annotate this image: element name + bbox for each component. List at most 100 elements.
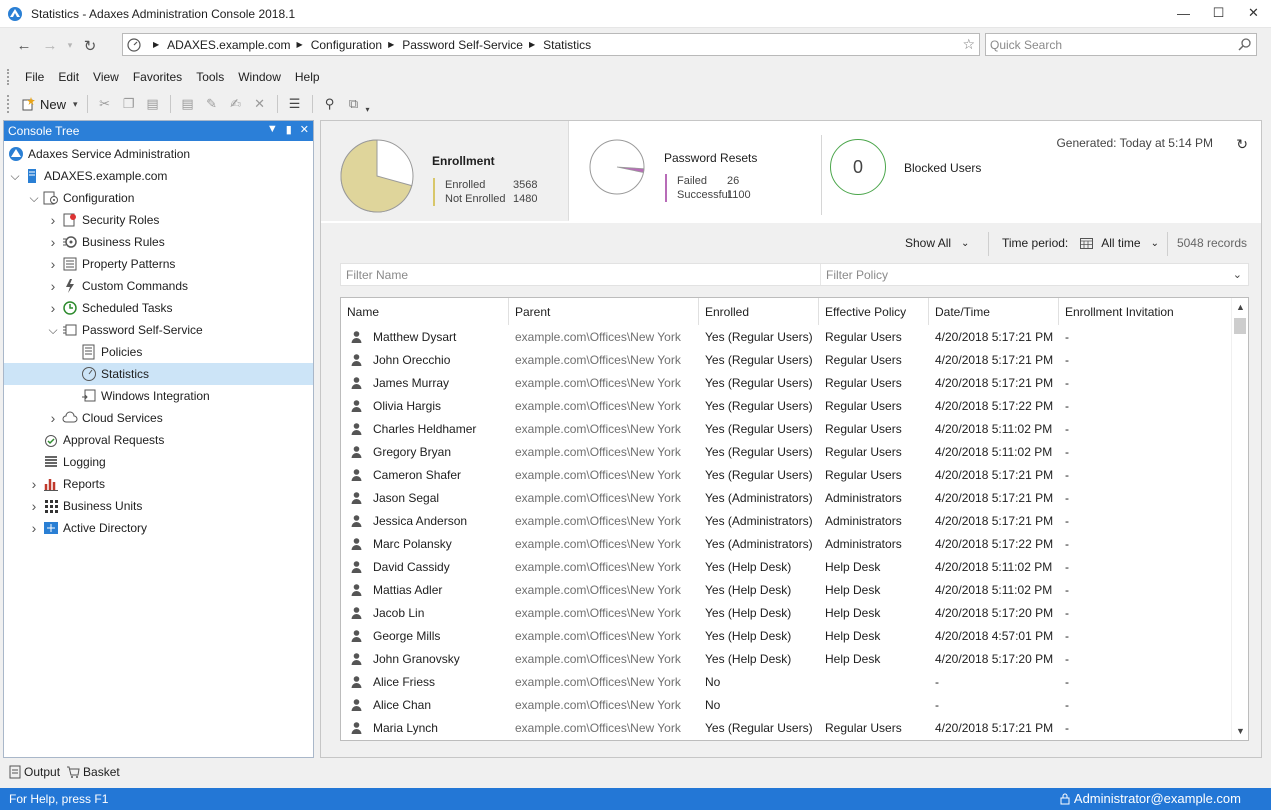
breadcrumb[interactable]: ▶ Password Self-Service (382, 38, 523, 52)
tree-item-adaxes-example-com[interactable]: ⌵ ADAXES.example.com (4, 165, 313, 187)
column-header-parent[interactable]: Parent (509, 298, 699, 325)
output-tab[interactable]: Output (9, 765, 60, 779)
table-row[interactable]: James Murray example.com\Offices\New York… (341, 371, 1231, 394)
tree-item-security-roles[interactable]: › Security Roles (4, 209, 313, 231)
expand-chevron-icon[interactable]: › (25, 520, 43, 536)
table-row[interactable]: Marc Polansky example.com\Offices\New Yor… (341, 532, 1231, 555)
tree-item-policies[interactable]: Policies (4, 341, 313, 363)
table-row[interactable]: Jason Segal example.com\Offices\New York Y… (341, 486, 1231, 509)
toolbar-grip[interactable] (7, 95, 10, 113)
expand-chevron-icon[interactable]: › (25, 476, 43, 492)
tree-item-business-units[interactable]: › Business Units (4, 495, 313, 517)
close-icon[interactable]: ✕ (300, 123, 309, 136)
expand-chevron-icon[interactable]: › (44, 256, 62, 272)
enrollment-panel[interactable]: Enrollment Enrolled 3568 Not Enrolled 1480 (321, 121, 569, 221)
table-row[interactable]: Alice Chan example.com\Offices\New York No… (341, 693, 1231, 716)
tree-item-reports[interactable]: › Reports (4, 473, 313, 495)
edit-properties-icon[interactable]: ✍ (224, 92, 248, 116)
table-row[interactable]: John Orecchio example.com\Offices\New Yor… (341, 348, 1231, 371)
tree-item-scheduled-tasks[interactable]: › Scheduled Tasks (4, 297, 313, 319)
menu-tools[interactable]: Tools (189, 70, 231, 84)
menu-file[interactable]: File (18, 70, 51, 84)
chevron-down-icon[interactable]: ▼ (267, 123, 278, 136)
expand-chevron-icon[interactable]: › (25, 498, 43, 514)
refresh-icon[interactable]: ↻ (1236, 136, 1248, 153)
collapse-chevron-icon[interactable]: ⌵ (25, 191, 43, 206)
table-row[interactable]: Jessica Anderson example.com\Offices\New … (341, 509, 1231, 532)
forward-icon[interactable]: → (37, 33, 63, 59)
tree-item-adaxes-service-administration[interactable]: Adaxes Service Administration (4, 143, 313, 165)
chevron-down-icon[interactable]: ▾ (366, 105, 370, 114)
tree-item-active-directory[interactable]: › Active Directory (4, 517, 313, 539)
table-row[interactable]: Jacob Lin example.com\Offices\New York Yes… (341, 601, 1231, 624)
password-resets-panel[interactable]: Password Resets Failed 26 Successful 1100 (581, 135, 821, 215)
table-row[interactable]: Cameron Shafer example.com\Offices\New Yo… (341, 463, 1231, 486)
tree-item-windows-integration[interactable]: Windows Integration (4, 385, 313, 407)
basket-tab[interactable]: Basket (66, 765, 120, 779)
properties-icon[interactable]: ☰ (283, 92, 307, 116)
time-period-selector[interactable]: Time period: All time ⌄ (1002, 236, 1159, 250)
tree-item-logging[interactable]: Logging (4, 451, 313, 473)
expand-chevron-icon[interactable]: › (44, 300, 62, 316)
paste-icon[interactable]: ▤ (141, 92, 165, 116)
address-bar[interactable]: ▶ ADAXES.example.com ▶ Configuration ▶ Pass… (122, 33, 980, 56)
tree-item-statistics[interactable]: Statistics (4, 363, 313, 385)
maximize-button[interactable]: ☐ (1201, 0, 1236, 26)
column-header-date-time[interactable]: Date/Time (929, 298, 1059, 325)
column-header-enrollment-invitation[interactable]: Enrollment Invitation (1059, 298, 1231, 325)
breadcrumb[interactable]: ▶ ADAXES.example.com (147, 38, 291, 52)
show-all-dropdown[interactable]: Show All ⌄ (905, 236, 969, 250)
table-row[interactable]: Olivia Hargis example.com\Offices\New Yor… (341, 394, 1231, 417)
column-header-effective-policy[interactable]: Effective Policy (819, 298, 929, 325)
favorite-star-icon[interactable]: ☆ (962, 36, 975, 53)
menu-grip[interactable] (7, 69, 10, 85)
back-icon[interactable]: ← (11, 33, 37, 59)
cut-icon[interactable]: ✂ (93, 92, 117, 116)
table-row[interactable]: Matthew Dysart example.com\Offices\New Yo… (341, 325, 1231, 348)
breadcrumb-item[interactable]: Configuration (311, 38, 382, 52)
edit-icon[interactable]: ✎ (200, 92, 224, 116)
expand-chevron-icon[interactable]: › (44, 212, 62, 228)
breadcrumb-item[interactable]: ADAXES.example.com (167, 38, 290, 52)
collapse-chevron-icon[interactable]: ⌵ (6, 169, 24, 184)
scrollbar-thumb[interactable] (1234, 318, 1246, 334)
copy-icon[interactable]: ❐ (117, 92, 141, 116)
scroll-up-icon[interactable]: ▲ (1236, 302, 1245, 312)
tree-item-cloud-services[interactable]: › Cloud Services (4, 407, 313, 429)
menu-edit[interactable]: Edit (51, 70, 86, 84)
find-icon[interactable]: ⚲ (318, 92, 342, 116)
search-icon[interactable] (1238, 37, 1252, 51)
new-button[interactable]: New ▾ (16, 92, 82, 116)
scroll-down-icon[interactable]: ▼ (1236, 726, 1245, 736)
table-row[interactable]: Alice Friess example.com\Offices\New York… (341, 670, 1231, 693)
window-layout-icon[interactable]: ⧉ (342, 92, 366, 116)
refresh-icon[interactable]: ↻ (77, 33, 103, 59)
menu-favorites[interactable]: Favorites (126, 70, 189, 84)
tree-item-configuration[interactable]: ⌵ Configuration (4, 187, 313, 209)
collapse-chevron-icon[interactable]: ⌵ (44, 323, 62, 338)
close-button[interactable]: ✕ (1236, 0, 1271, 26)
vertical-scrollbar[interactable]: ▲ ▼ (1231, 298, 1248, 740)
minimize-button[interactable]: — (1166, 0, 1201, 26)
breadcrumb[interactable]: ▶ Configuration (291, 38, 383, 52)
column-header-name[interactable]: Name (341, 298, 509, 325)
expand-chevron-icon[interactable]: › (44, 410, 62, 426)
menu-help[interactable]: Help (288, 70, 327, 84)
table-row[interactable]: Gregory Bryan example.com\Offices\New Yor… (341, 440, 1231, 463)
pin-icon[interactable]: ▮ (286, 123, 292, 136)
column-header-enrolled[interactable]: Enrolled (699, 298, 819, 325)
menu-view[interactable]: View (86, 70, 126, 84)
dropdown-history-icon[interactable]: ▾ (63, 33, 77, 59)
quick-search-input[interactable] (985, 33, 1257, 56)
table-row[interactable]: Mattias Adler example.com\Offices\New Yor… (341, 578, 1231, 601)
tree-item-approval-requests[interactable]: Approval Requests (4, 429, 313, 451)
tree-item-business-rules[interactable]: › Business Rules (4, 231, 313, 253)
expand-chevron-icon[interactable]: › (44, 234, 62, 250)
tree-item-password-self-service[interactable]: ⌵ Password Self-Service (4, 319, 313, 341)
breadcrumb-item[interactable]: Statistics (543, 38, 591, 52)
table-row[interactable]: George Mills example.com\Offices\New York… (341, 624, 1231, 647)
table-row[interactable]: David Cassidy example.com\Offices\New Yor… (341, 555, 1231, 578)
delete-icon[interactable]: ✕ (248, 92, 272, 116)
tree-item-custom-commands[interactable]: › Custom Commands (4, 275, 313, 297)
menu-window[interactable]: Window (231, 70, 288, 84)
